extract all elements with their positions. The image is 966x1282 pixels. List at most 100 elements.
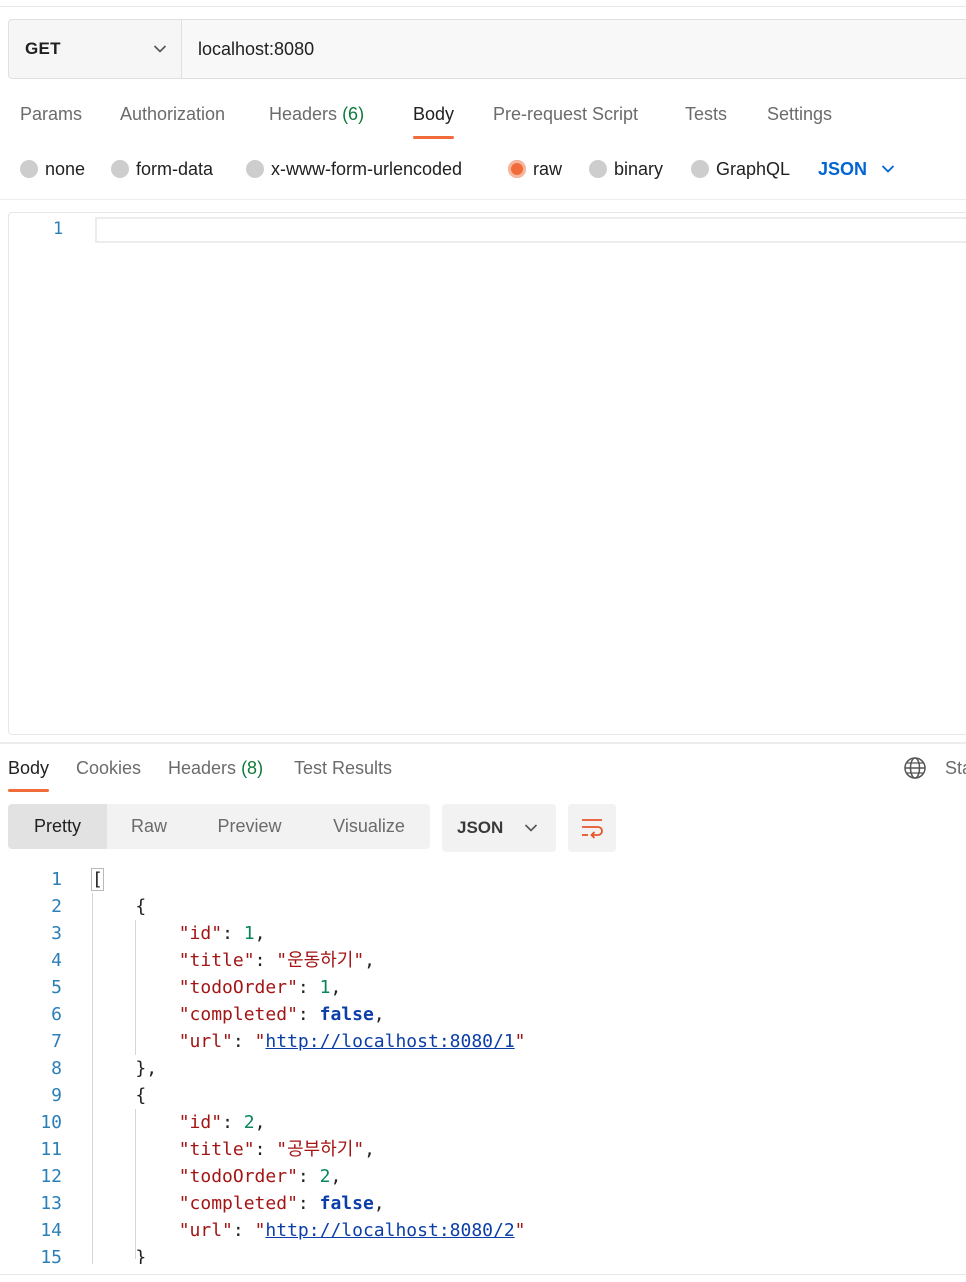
response-format-select[interactable]: JSON [442, 804, 556, 852]
tab-label: Headers [168, 758, 237, 778]
json-key: "url" [178, 1031, 233, 1052]
code-punct: { [135, 1085, 147, 1106]
body-type-none[interactable]: none [20, 154, 85, 184]
json-key: "url" [178, 1220, 233, 1241]
code-line: 14 "url": "http://localhost:8080/2" [0, 1217, 966, 1244]
json-boolean: false [319, 1193, 374, 1214]
body-format-select[interactable]: JSON [818, 154, 895, 184]
json-key: "completed" [178, 1004, 298, 1025]
response-tab-test-results[interactable]: Test Results [294, 752, 392, 794]
tab-label: Authorization [120, 104, 226, 124]
code-line: 4 "title": "운동하기", [0, 947, 966, 974]
body-type-options: none form-data x-www-form-urlencoded raw… [0, 154, 966, 184]
json-key: "id" [178, 923, 223, 944]
tab-label: Tests [685, 104, 728, 124]
code-line: 10 "id": 2, [0, 1109, 966, 1136]
json-key: "id" [178, 1112, 223, 1133]
response-tab-headers[interactable]: Headers (8) [168, 752, 263, 794]
body-type-binary[interactable]: binary [589, 154, 663, 184]
json-number: 2 [243, 1112, 255, 1133]
wrap-lines-icon [582, 819, 603, 839]
tab-pre-request-script[interactable]: Pre-request Script [493, 98, 638, 140]
view-visualize-button[interactable]: Visualize [308, 804, 430, 849]
pane-resize-divider[interactable] [0, 742, 966, 744]
headers-count: (6) [342, 104, 365, 124]
json-number: 2 [319, 1166, 331, 1187]
line-number: 2 [51, 896, 62, 917]
view-preview-button[interactable]: Preview [191, 804, 308, 849]
code-punct: } [135, 1247, 147, 1264]
tab-authorization[interactable]: Authorization [120, 98, 225, 140]
tab-body[interactable]: Body [413, 98, 455, 140]
body-type-graphql[interactable]: GraphQL [691, 154, 790, 184]
view-pretty-button[interactable]: Pretty [8, 804, 107, 849]
radio-button[interactable] [246, 160, 264, 178]
request-url-bar: GET localhost:8080 [8, 19, 966, 79]
line-number: 11 [40, 1139, 62, 1160]
code-line: 11 "title": "공부하기", [0, 1136, 966, 1163]
request-body-editor[interactable]: 1 [8, 212, 966, 735]
json-link[interactable]: http://localhost:8080/1 [265, 1031, 514, 1052]
body-type-form-data[interactable]: form-data [111, 154, 213, 184]
code-line: 8 }, [0, 1055, 966, 1082]
tab-label: Headers [269, 104, 338, 124]
line-number: 9 [51, 1085, 62, 1106]
chevron-down-icon [153, 45, 167, 53]
line-number: 5 [51, 977, 62, 998]
line-number: 13 [40, 1193, 62, 1214]
line-number: 1 [53, 219, 64, 239]
code-line: 12 "todoOrder": 2, [0, 1163, 966, 1190]
globe-icon[interactable] [903, 756, 927, 780]
json-key: "title" [178, 1139, 255, 1160]
code-line: 2 { [0, 893, 966, 920]
body-type-raw[interactable]: raw [508, 154, 562, 184]
response-tabs: Body Cookies Headers (8) Test Results St… [0, 752, 966, 794]
json-link[interactable]: http://localhost:8080/2 [265, 1220, 514, 1241]
response-body-viewer[interactable]: 1[ 2 { 3 "id": 1, 4 "title": "운동하기", 5 "… [0, 866, 966, 1264]
tab-settings[interactable]: Settings [767, 98, 832, 140]
radio-button[interactable] [111, 160, 129, 178]
tab-label: Body [8, 758, 50, 778]
tab-tests[interactable]: Tests [685, 98, 727, 140]
line-number: 3 [51, 923, 62, 944]
line-number: 7 [51, 1031, 62, 1052]
radio-label: x-www-form-urlencoded [271, 158, 463, 179]
code-punct: }, [135, 1058, 158, 1079]
code-line: 6 "completed": false, [0, 1001, 966, 1028]
tab-params[interactable]: Params [20, 98, 82, 140]
response-tab-body[interactable]: Body [8, 752, 50, 794]
json-boolean: false [319, 1004, 374, 1025]
body-type-x-www-form-urlencoded[interactable]: x-www-form-urlencoded [246, 154, 462, 184]
radio-label: binary [614, 158, 664, 179]
response-tab-cookies[interactable]: Cookies [76, 752, 141, 794]
active-tab-underline [413, 136, 455, 139]
json-key: "todoOrder" [178, 977, 298, 998]
radio-button-selected[interactable] [508, 160, 526, 178]
method-label: GET [25, 39, 61, 58]
code-line: 3 "id": 1, [0, 920, 966, 947]
chevron-down-icon [881, 165, 895, 173]
view-raw-button[interactable]: Raw [107, 804, 191, 849]
tab-label: Test Results [294, 758, 393, 778]
method-select[interactable]: GET [9, 20, 182, 78]
line-number: 4 [51, 950, 62, 971]
request-tabs: Params Authorization Headers (6) Body Pr… [0, 98, 966, 140]
tab-label: Body [413, 104, 455, 124]
tab-label: Cookies [76, 758, 142, 778]
radio-button[interactable] [589, 160, 607, 178]
line-number: 10 [40, 1112, 62, 1133]
json-string: "운동하기" [276, 950, 365, 971]
code-punct: [ [91, 868, 104, 891]
tab-headers[interactable]: Headers (6) [269, 98, 364, 140]
headers-count: (8) [241, 758, 264, 778]
code-punct: { [135, 896, 147, 917]
tab-label: Settings [767, 104, 833, 124]
line-number: 8 [51, 1058, 62, 1079]
divider [0, 199, 966, 200]
url-input[interactable]: localhost:8080 [182, 20, 966, 78]
radio-button[interactable] [691, 160, 709, 178]
radio-button[interactable] [20, 160, 38, 178]
tab-label: Params [20, 104, 83, 124]
wrap-lines-button[interactable] [568, 804, 616, 852]
line-number: 12 [40, 1166, 62, 1187]
